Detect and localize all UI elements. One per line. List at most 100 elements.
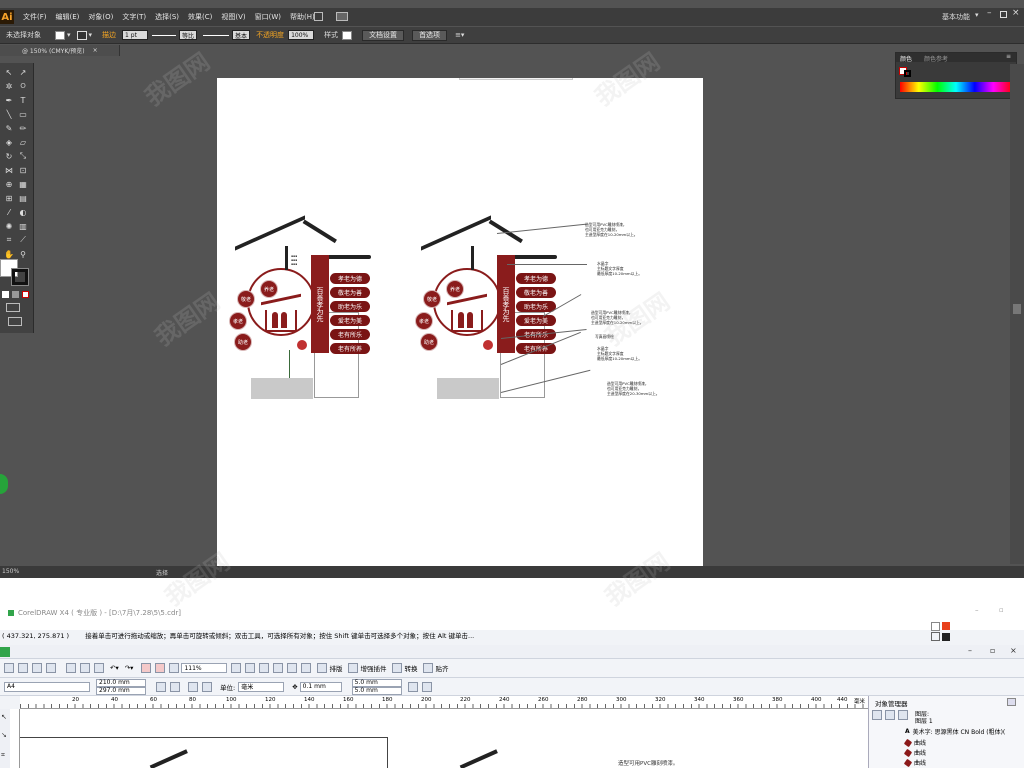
close-icon[interactable]: × [1012, 8, 1020, 18]
blend-tool-icon[interactable]: ◐ [18, 207, 28, 217]
zoom-in-icon[interactable] [231, 663, 242, 673]
fill-indicator-icon[interactable] [931, 622, 940, 631]
snap-button[interactable]: 贴齐 [423, 663, 448, 673]
symbol-sprayer-icon[interactable]: ✺ [4, 221, 14, 231]
magic-wand-icon[interactable]: ✲ [4, 81, 14, 91]
cdr-doc-minimize-icon[interactable]: – [968, 646, 972, 655]
zoom-selected-icon[interactable] [259, 663, 270, 673]
export-icon[interactable] [155, 663, 166, 673]
zoom-width-icon[interactable] [301, 663, 312, 673]
portrait-icon[interactable] [156, 681, 166, 692]
object-row-text[interactable]: A 美术字: 思源黑体 CN Bold (粗体)( [905, 727, 1005, 736]
edit-across-layers-icon[interactable] [885, 710, 895, 720]
pick-tool-icon[interactable]: ↖ [1, 713, 7, 721]
stroke-profile-select[interactable]: 等比 [152, 30, 198, 40]
preferences-button[interactable]: 首选项 [412, 29, 448, 41]
color-mode-icon[interactable] [2, 291, 9, 298]
stroke-weight-field[interactable]: 1 pt [122, 30, 149, 40]
all-pages-icon[interactable] [188, 681, 198, 692]
document-settings-button[interactable]: 文档设置 [362, 29, 405, 41]
paintbrush-icon[interactable]: ✎ [4, 123, 14, 133]
new-icon[interactable] [4, 663, 14, 673]
free-transform-icon[interactable]: ⊡ [18, 165, 28, 175]
object-row-curve[interactable]: 曲线 [903, 758, 926, 767]
right-scrollbar[interactable] [1010, 64, 1024, 564]
menu-edit[interactable]: 编辑(E) [56, 12, 80, 22]
fill-dropdown-icon[interactable]: ▾ [67, 31, 71, 39]
undo-icon[interactable]: ↶▾ [110, 664, 119, 672]
convert-button[interactable]: 转换 [392, 663, 417, 673]
redo-icon[interactable]: ↷▾ [125, 664, 134, 672]
landscape-icon[interactable] [170, 681, 180, 692]
arrange-documents-icon[interactable] [336, 12, 348, 21]
ime-mode-label[interactable]: 英 [474, 78, 481, 79]
workspace-dropdown-icon[interactable]: ▾ [975, 11, 979, 19]
open-icon[interactable] [18, 663, 28, 673]
status-mode[interactable]: 选择 [156, 568, 168, 577]
panel-options-icon[interactable]: ≡ [1006, 53, 1011, 60]
stroke-color-swatch[interactable] [11, 268, 29, 286]
brush-select[interactable]: 基本 [203, 30, 251, 40]
floating-green-button[interactable] [0, 474, 8, 494]
stroke-swatch-icon[interactable] [904, 70, 911, 77]
outline-color-indicator[interactable] [942, 633, 950, 641]
eraser-icon[interactable]: ▱ [18, 137, 28, 147]
width-tool-icon[interactable]: ⋈ [4, 165, 14, 175]
bridge-icon[interactable] [314, 12, 323, 21]
lasso-icon[interactable]: ଠ [18, 81, 28, 91]
stroke-label[interactable]: 描边 [102, 30, 116, 40]
cdr-doc-restore-icon[interactable]: ▫ [990, 646, 995, 655]
print-icon[interactable] [46, 663, 56, 673]
save-icon[interactable] [32, 663, 42, 673]
menu-window[interactable]: 窗口(W) [255, 12, 281, 22]
menu-help[interactable]: 帮助(H) [290, 12, 315, 22]
document-tab[interactable]: @ 150% (CMYK/预览) × [0, 45, 120, 56]
layout-button[interactable]: 排版 [317, 663, 342, 673]
shape-tool-icon[interactable]: ↘ [1, 731, 7, 739]
menu-type[interactable]: 文字(T) [122, 12, 146, 22]
menu-view[interactable]: 视图(V) [221, 12, 245, 22]
direct-selection-tool-icon[interactable]: ↗ [18, 67, 28, 77]
opacity-label[interactable]: 不透明度 [256, 30, 284, 40]
blob-brush-icon[interactable]: ◈ [4, 137, 14, 147]
perspective-grid-icon[interactable]: ▦ [18, 179, 28, 189]
cdr-doc-icon[interactable] [0, 647, 10, 657]
draw-mode-icon[interactable] [421, 681, 432, 692]
zoom-level[interactable]: 150% [2, 568, 19, 575]
tab-color[interactable]: 颜色 [900, 54, 912, 63]
pencil-icon[interactable]: ✏ [18, 123, 28, 133]
shape-builder-icon[interactable]: ⊕ [4, 179, 14, 189]
none-mode-icon[interactable] [22, 291, 29, 298]
cdr-doc-close-icon[interactable]: × [1010, 646, 1017, 655]
column-graph-icon[interactable]: ▥ [18, 221, 28, 231]
menu-object[interactable]: 对象(O) [88, 12, 113, 22]
fill-swatch[interactable] [55, 30, 65, 40]
show-properties-icon[interactable] [872, 710, 882, 720]
gradient-mode-icon[interactable] [12, 291, 19, 298]
zoom-select[interactable]: 111% [181, 663, 228, 673]
tab-color-guide[interactable]: 颜色参考 [924, 54, 948, 63]
object-row-curve[interactable]: 曲线 [903, 748, 926, 757]
stroke-swatch[interactable] [76, 30, 87, 40]
scrollbar-thumb[interactable] [1013, 304, 1021, 314]
paste-icon[interactable] [94, 663, 104, 673]
opacity-field[interactable]: 100% [288, 30, 315, 40]
zoom-out-icon[interactable] [245, 663, 256, 673]
layer-1[interactable]: 图层 1 [915, 716, 933, 725]
stroke-dropdown-icon[interactable]: ▾ [89, 31, 93, 39]
mesh-tool-icon[interactable]: ⊞ [4, 193, 14, 203]
color-spectrum[interactable] [900, 82, 1012, 92]
cut-icon[interactable] [66, 663, 76, 673]
fill-color-indicator[interactable] [942, 622, 950, 630]
crop-tool-icon[interactable]: ⌗ [1, 751, 5, 760]
scale-tool-icon[interactable]: ⤡ [18, 151, 28, 161]
cdr-restore-icon[interactable]: ▫ [999, 606, 1004, 614]
cdr-minimize-icon[interactable]: – [975, 606, 979, 614]
page-size-select[interactable]: A4 [4, 681, 90, 692]
slice-tool-icon[interactable]: ⟋ [18, 235, 28, 245]
cdr-canvas[interactable]: 造型可用PVC雕刻喷漆。 [20, 709, 868, 768]
copy-icon[interactable] [80, 663, 90, 673]
artboard-tool-icon[interactable]: ⌗ [4, 235, 14, 245]
app-launcher-icon[interactable] [169, 663, 180, 673]
object-row-curve[interactable]: 曲线 [903, 738, 926, 747]
